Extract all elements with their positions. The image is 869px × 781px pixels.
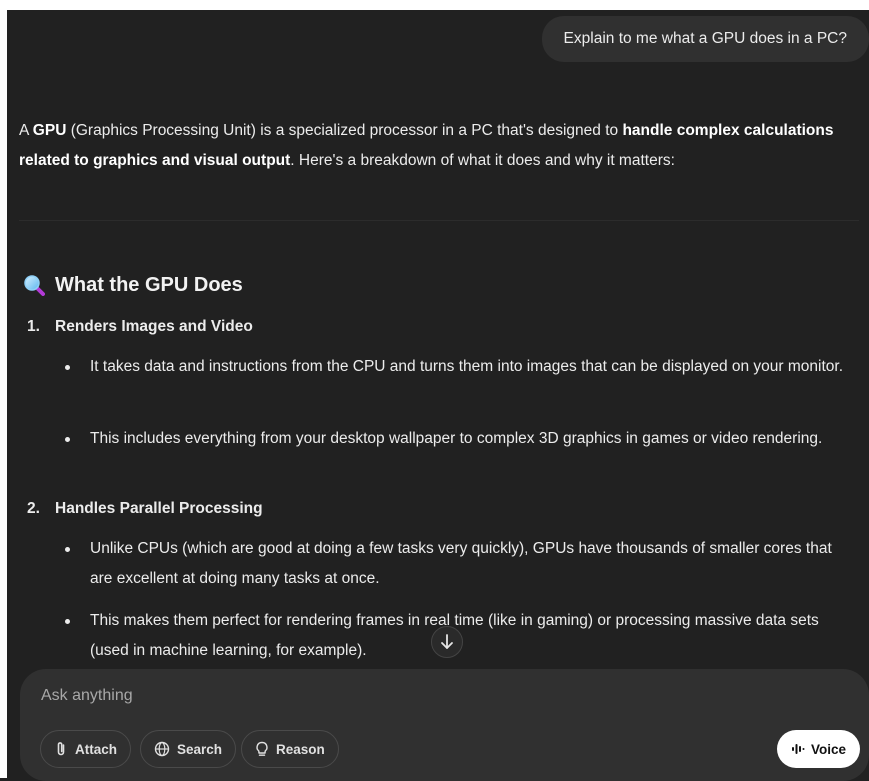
intro-text-3: . Here's a breakdown of what it does and… [290, 152, 675, 169]
list-number: 1. [27, 318, 40, 335]
reason-label: Reason [276, 741, 325, 757]
list-number: 2. [27, 500, 40, 517]
list-title-text: Renders Images and Video [55, 318, 253, 335]
scroll-down-button[interactable] [431, 626, 463, 658]
bullet-dot [65, 619, 70, 624]
voice-button[interactable]: Voice [776, 730, 860, 768]
bullet-text: This makes them perfect for rendering fr… [90, 612, 819, 659]
voice-waveform-icon [791, 744, 805, 754]
top-edge [0, 0, 869, 10]
composer: Ask anything Attach Search Reason Voice [20, 669, 869, 781]
user-message: Explain to me what a GPU does in a PC? [541, 16, 869, 62]
lightbulb-icon [256, 741, 268, 756]
bullet-text: Unlike CPUs (which are good at doing a f… [90, 540, 832, 587]
list-title-text: Handles Parallel Processing [55, 500, 263, 517]
search-button[interactable]: Search [140, 730, 237, 768]
search-label: Search [177, 741, 223, 757]
assistant-intro: A GPU (Graphics Processing Unit) is a sp… [19, 116, 859, 176]
intro-text-2: (Graphics Processing Unit) is a speciali… [66, 122, 623, 139]
bullet-dot [65, 437, 70, 442]
attach-button[interactable]: Attach [40, 730, 132, 768]
bullet-text: It takes data and instructions from the … [90, 358, 844, 375]
divider [19, 220, 859, 221]
attach-label: Attach [75, 741, 118, 757]
list-item: Unlike CPUs (which are good at doing a f… [65, 534, 845, 594]
globe-icon [154, 741, 170, 757]
arrow-down-icon [441, 634, 453, 649]
section-title: What the GPU Does [55, 273, 243, 296]
intro-text-1: A [19, 122, 33, 139]
message-input[interactable]: Ask anything [41, 687, 133, 705]
list-item-title: 2. Handles Parallel Processing [27, 500, 263, 518]
section-heading: What the GPU Does [23, 270, 243, 300]
chat-page: Explain to me what a GPU does in a PC? A… [7, 10, 869, 781]
left-edge [0, 0, 7, 778]
reason-button[interactable]: Reason [241, 730, 339, 768]
list-item: This includes everything from your deskt… [65, 424, 845, 454]
bullet-text: This includes everything from your deskt… [90, 430, 823, 447]
paperclip-icon [57, 742, 65, 756]
list-item-title: 1. Renders Images and Video [27, 318, 253, 336]
magnifying-glass-icon [23, 274, 45, 296]
bullet-dot [65, 547, 70, 552]
intro-bold-1: GPU [32, 122, 67, 139]
list-item: It takes data and instructions from the … [65, 352, 845, 382]
bullet-dot [65, 365, 70, 370]
voice-label: Voice [810, 741, 846, 757]
